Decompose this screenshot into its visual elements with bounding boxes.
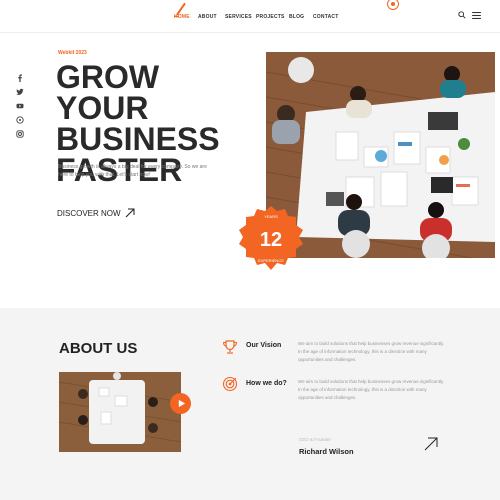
instagram-icon[interactable] (16, 130, 24, 138)
play-video-button[interactable] (170, 393, 191, 414)
feature-title-vision: Our Vision (246, 342, 282, 349)
badge-number: 12 (260, 229, 282, 251)
hero-title-line: BUSINESS (56, 121, 220, 157)
nav-contact[interactable]: CONTACT (313, 14, 338, 20)
youtube-icon[interactable] (16, 102, 24, 110)
feature-text-how: We aim to build solutions that help busi… (298, 379, 445, 400)
ceo-name: Richard Wilson (299, 447, 354, 456)
experience-badge: 12 YEARS EXPERIENCE (239, 206, 303, 270)
about-office-image (59, 372, 181, 452)
discover-label: DISCOVER NOW (57, 208, 121, 218)
about-title: ABOUT US (59, 340, 138, 357)
feature-title-how: How we do? (246, 380, 287, 387)
feature-text-vision: We aim to build solutions that help busi… (298, 341, 445, 362)
trophy-icon (222, 340, 238, 354)
nav-about[interactable]: ABOUT (198, 14, 217, 20)
arrow-up-right-icon (125, 208, 135, 218)
hero-description: Business growth is always a big deal for… (58, 164, 207, 178)
facebook-icon[interactable] (16, 74, 24, 82)
active-underline (174, 16, 179, 17)
discover-now-link[interactable]: DISCOVER NOW (57, 208, 135, 218)
ceo-role: CEO & Founder (299, 437, 332, 442)
play-icon (178, 399, 186, 408)
hero-kicker: Webkit 2023 (58, 50, 87, 56)
target-icon (222, 376, 238, 392)
hero-title-line: GROW YOUR (56, 59, 160, 126)
badge-experience: EXPERIENCE (258, 258, 284, 263)
twitter-icon[interactable] (16, 88, 24, 96)
nav-services[interactable]: SERVICES (225, 14, 252, 20)
dribbble-icon[interactable] (16, 116, 24, 124)
nav-blog[interactable]: BLOG (289, 14, 304, 20)
header-divider (0, 32, 500, 33)
badge-years: YEARS (264, 214, 278, 219)
nav-home[interactable]: HOME (174, 14, 190, 20)
nav-projects[interactable]: PROJECTS (256, 14, 285, 20)
arrow-up-right-icon[interactable] (424, 437, 438, 451)
search-icon[interactable] (458, 11, 466, 19)
menu-icon[interactable] (472, 12, 481, 19)
